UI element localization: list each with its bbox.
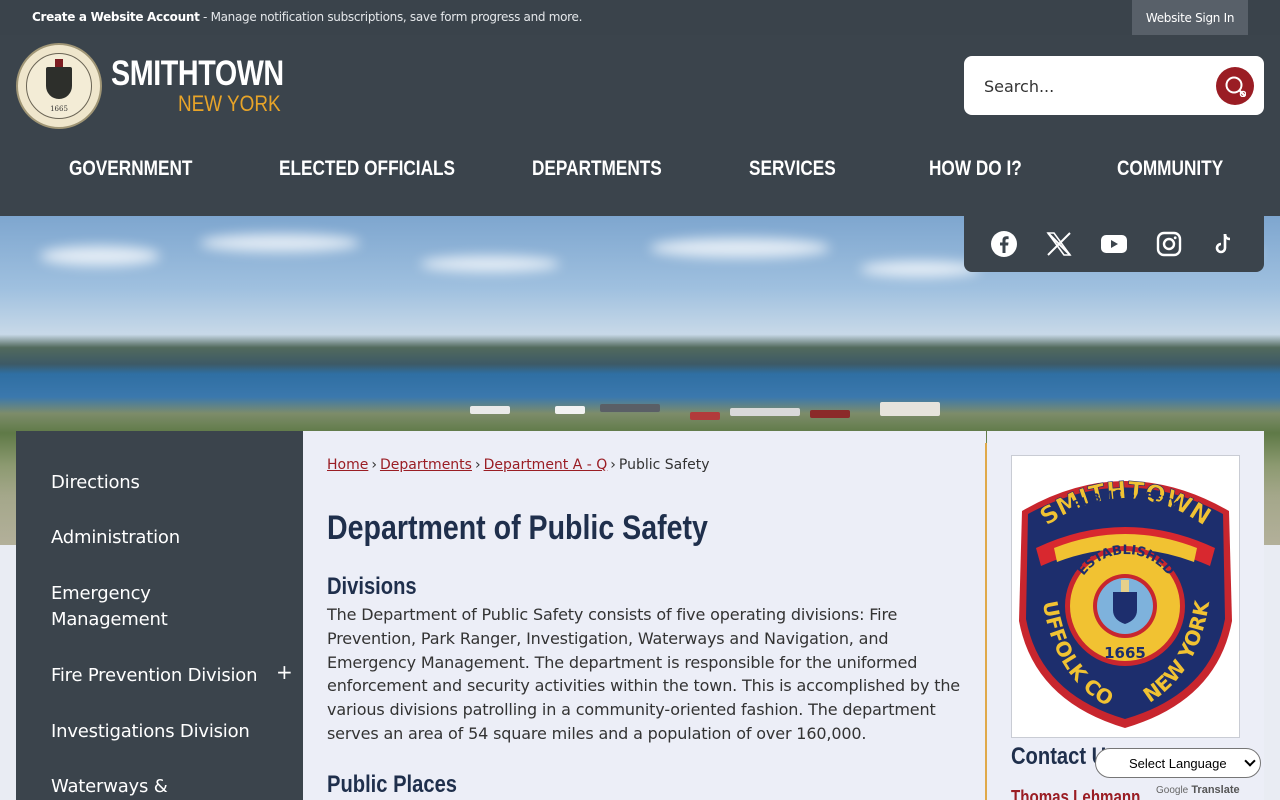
nav-services[interactable]: SERVICES (749, 157, 836, 181)
site-header: 1665 SMITHTOWN NEW YORK GOVERNMENT ELECT… (0, 35, 1280, 216)
breadcrumb-current: Public Safety (618, 457, 710, 473)
nav-departments[interactable]: DEPARTMENTS (532, 157, 662, 181)
tiktok-icon[interactable] (1210, 230, 1238, 258)
right-column: SMITHTOWN PUBLIC SAFETY ESTABLISHED 1665… (987, 431, 1264, 800)
chevron-down-icon (1244, 755, 1256, 767)
search-button[interactable] (1216, 67, 1254, 105)
powered-by-google-translate[interactable]: Google Translate (1156, 784, 1240, 796)
search-icon (1225, 76, 1246, 97)
main-nav: GOVERNMENT ELECTED OFFICIALS DEPARTMENTS… (0, 157, 1280, 195)
translate-text: Translate (1191, 784, 1240, 796)
breadcrumb-separator: › (371, 457, 377, 473)
public-places-heading: Public Places (327, 771, 457, 798)
brand-name[interactable]: SMITHTOWN (111, 54, 284, 94)
seal-shield (46, 67, 72, 99)
google-logo-text: Google (1156, 785, 1189, 796)
x-icon[interactable] (1045, 230, 1073, 258)
select-language-label: Select Language (1129, 755, 1227, 771)
breadcrumb: Home › Departments › Department A - Q › Public… (327, 457, 710, 473)
expand-fire-prevention-button[interactable]: + (276, 660, 293, 684)
main-content: Home › Departments › Department A - Q › Public… (303, 431, 986, 800)
patch-year: 1665 (1104, 644, 1146, 662)
sidebar-item-directions[interactable]: Directions (51, 470, 140, 496)
page-title: Department of Public Safety (327, 509, 708, 547)
instagram-icon[interactable] (1155, 230, 1183, 258)
contact-heading: Contact U (1011, 743, 1107, 770)
select-language-dropdown[interactable]: Select Language (1095, 748, 1261, 778)
nav-how-do-i[interactable]: HOW DO I? (929, 157, 1022, 181)
breadcrumb-separator: › (474, 457, 481, 473)
account-message-text: - Manage notification subscriptions, sav… (199, 10, 583, 24)
nav-government[interactable]: GOVERNMENT (69, 157, 192, 181)
seal-year: 1665 (50, 105, 68, 113)
sidebar-nav: Directions Administration Emergency Mana… (16, 431, 303, 800)
contact-person-link[interactable]: Thomas Lehmann (1011, 787, 1140, 800)
public-safety-patch-graphic: SMITHTOWN PUBLIC SAFETY ESTABLISHED 1665… (1005, 437, 1232, 728)
facebook-icon[interactable] (990, 230, 1018, 258)
divisions-heading: Divisions (327, 573, 417, 600)
account-message: Create a Website Account - Manage notifi… (32, 10, 582, 24)
breadcrumb-separator: › (610, 457, 616, 473)
sidebar-item-fire-prevention[interactable]: Fire Prevention Division (51, 663, 258, 689)
youtube-icon[interactable] (1100, 230, 1128, 258)
divisions-paragraph: The Department of Public Safety consists… (327, 605, 961, 743)
create-account-link[interactable]: Create a Website Account (32, 10, 200, 24)
search-box (964, 56, 1264, 115)
social-links (964, 216, 1264, 272)
town-seal-logo[interactable]: 1665 (16, 43, 102, 129)
sidebar-item-waterways[interactable]: Waterways & (51, 774, 168, 800)
website-sign-in-button[interactable]: Website Sign In (1132, 0, 1248, 35)
nav-community[interactable]: COMMUNITY (1117, 157, 1223, 181)
search-input[interactable] (984, 72, 1204, 100)
top-bar: Create a Website Account - Manage notifi… (0, 0, 1280, 35)
sidebar-item-emergency-management[interactable]: Emergency Management (51, 581, 251, 633)
sidebar-item-administration[interactable]: Administration (51, 525, 180, 551)
nav-elected-officials[interactable]: ELECTED OFFICIALS (279, 157, 455, 181)
brand-state[interactable]: NEW YORK (178, 91, 281, 117)
sidebar-item-investigations[interactable]: Investigations Division (51, 719, 250, 745)
breadcrumb-department-a-q[interactable]: Department A - Q (484, 457, 608, 473)
breadcrumb-departments[interactable]: Departments (380, 457, 472, 473)
public-safety-patch-image: SMITHTOWN PUBLIC SAFETY ESTABLISHED 1665… (1005, 437, 1240, 738)
breadcrumb-home[interactable]: Home (327, 457, 368, 473)
